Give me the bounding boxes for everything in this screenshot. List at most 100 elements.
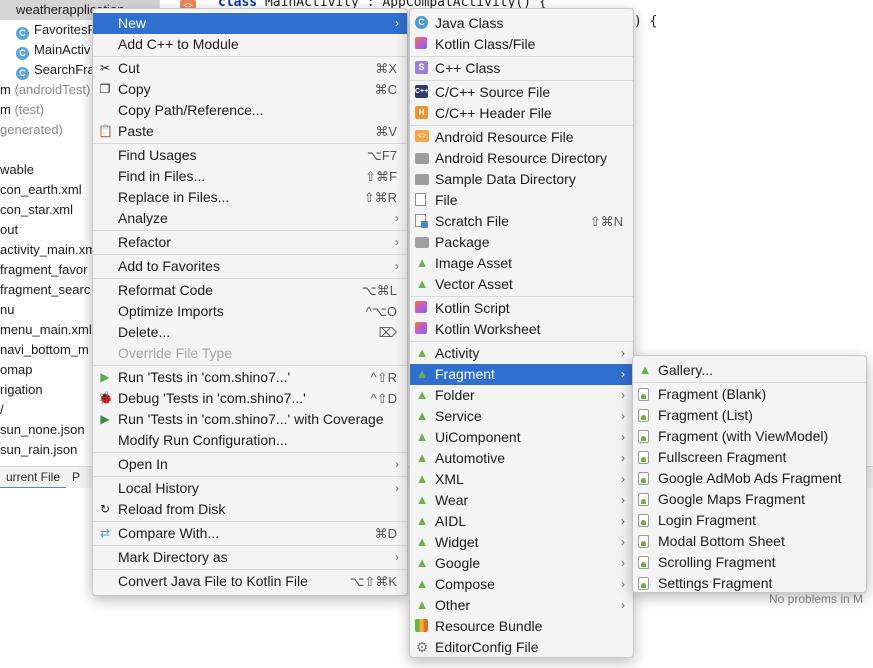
menu-item-convert-java-file-to-kotlin-file[interactable]: Convert Java File to Kotlin File ⌥⇧⌘K <box>93 571 407 592</box>
menu-item-shortcut: ^⇧R <box>370 370 397 385</box>
menu-item-label: Fragment (with ViewModel) <box>658 428 829 444</box>
menu-item-google-admob-ads-fragment[interactable]: Google AdMob Ads Fragment <box>633 468 866 489</box>
menu-separator <box>93 143 407 144</box>
menu-item-google-maps-fragment[interactable]: Google Maps Fragment <box>633 489 866 510</box>
menu-item-add-c-to-module[interactable]: Add C++ to Module <box>93 34 407 55</box>
gear-icon: ⚙ <box>415 639 429 655</box>
menu-item-file[interactable]: File <box>410 190 633 211</box>
menu-item-label: Reformat Code <box>118 282 213 298</box>
menu-item-run-tests-in-com-shino7[interactable]: ▶ Run 'Tests in 'com.shino7...' ^⇧R <box>93 367 407 388</box>
menu-item-folder[interactable]: ▲ Folder › <box>410 385 633 406</box>
menu-item-delete[interactable]: Delete... ⌦ <box>93 322 407 343</box>
menu-item-service[interactable]: ▲ Service › <box>410 406 633 427</box>
menu-item-local-history[interactable]: Local History › <box>93 478 407 499</box>
menu-item-compose[interactable]: ▲ Compose › <box>410 574 633 595</box>
menu-item-reformat-code[interactable]: Reformat Code ⌥⌘L <box>93 280 407 301</box>
menu-item-copy-path-reference[interactable]: Copy Path/Reference... <box>93 100 407 121</box>
menu-item-kotlin-worksheet[interactable]: Kotlin Worksheet <box>410 319 633 340</box>
menu-item-c-class[interactable]: S C++ Class <box>410 58 633 79</box>
menu-item-kotlin-script[interactable]: Kotlin Script <box>410 298 633 319</box>
menu-item-gallery[interactable]: ▲ Gallery... <box>633 360 866 381</box>
menu-item-fragment[interactable]: ▲ Fragment › <box>410 364 633 385</box>
menu-item-settings-fragment[interactable]: Settings Fragment <box>633 573 866 594</box>
kotlin-file-icon <box>415 37 427 49</box>
menu-item-automotive[interactable]: ▲ Automotive › <box>410 448 633 469</box>
android-icon: ▲ <box>415 534 429 549</box>
menu-item-label: Settings Fragment <box>658 575 773 591</box>
menu-item-editorconfig-file[interactable]: ⚙ EditorConfig File <box>410 637 633 658</box>
menu-item-uicomponent[interactable]: ▲ UiComponent › <box>410 427 633 448</box>
menu-item-wear[interactable]: ▲ Wear › <box>410 490 633 511</box>
tree-item-label: MainActiv <box>34 42 91 57</box>
menu-item-modal-bottom-sheet[interactable]: Modal Bottom Sheet <box>633 531 866 552</box>
menu-item-label: Refactor <box>118 234 171 250</box>
menu-item-widget[interactable]: ▲ Widget › <box>410 532 633 553</box>
menu-item-c-c-header-file[interactable]: H C/C++ Header File <box>410 103 633 124</box>
menu-item-new[interactable]: New › <box>93 13 407 34</box>
menu-item-label: Image Asset <box>435 255 513 271</box>
menu-item-android-resource-file[interactable]: <> Android Resource File <box>410 127 633 148</box>
menu-item-optimize-imports[interactable]: Optimize Imports ^⌥O <box>93 301 407 322</box>
fragment-icon <box>638 430 649 443</box>
menu-item-android-resource-directory[interactable]: Android Resource Directory <box>410 148 633 169</box>
menu-item-kotlin-class-file[interactable]: Kotlin Class/File <box>410 34 633 55</box>
menu-item-fragment-list[interactable]: Fragment (List) <box>633 405 866 426</box>
menu-item-paste[interactable]: 📋 Paste ⌘V <box>93 121 407 142</box>
menu-item-label: Other <box>435 597 471 613</box>
menu-item-label: UiComponent <box>435 429 521 445</box>
android-icon: ▲ <box>415 408 429 423</box>
menu-item-other[interactable]: ▲ Other › <box>410 595 633 616</box>
menu-item-add-to-favorites[interactable]: Add to Favorites › <box>93 256 407 277</box>
menu-item-analyze[interactable]: Analyze › <box>93 208 407 229</box>
menu-item-fragment-with-viewmodel[interactable]: Fragment (with ViewModel) <box>633 426 866 447</box>
menu-item-compare-with[interactable]: ⇄ Compare With... ⌘D <box>93 523 407 544</box>
menu-item-cut[interactable]: ✂ Cut ⌘X <box>93 58 407 79</box>
android-icon: ▲ <box>415 513 429 528</box>
menu-item-find-in-files[interactable]: Find in Files... ⇧⌘F <box>93 166 407 187</box>
menu-item-package[interactable]: Package <box>410 232 633 253</box>
menu-item-debug-tests-in-com-shino7[interactable]: 🐞 Debug 'Tests in 'com.shino7...' ^⇧D <box>93 388 407 409</box>
menu-separator <box>633 382 866 383</box>
menu-item-mark-directory-as[interactable]: Mark Directory as › <box>93 547 407 568</box>
menu-item-run-tests-in-com-shino7-with-coverage[interactable]: ▶ Run 'Tests in 'com.shino7...' with Cove… <box>93 409 407 430</box>
chevron-right-icon: › <box>621 472 625 486</box>
menu-item-label: Cut <box>118 60 140 76</box>
menu-item-copy[interactable]: ❐ Copy ⌘C <box>93 79 407 100</box>
menu-item-shortcut: ⌘C <box>374 82 397 97</box>
tab-current-file[interactable]: urrent File <box>0 467 67 489</box>
menu-separator <box>93 278 407 279</box>
menu-item-scrolling-fragment[interactable]: Scrolling Fragment <box>633 552 866 573</box>
menu-item-resource-bundle[interactable]: Resource Bundle <box>410 616 633 637</box>
menu-item-sample-data-directory[interactable]: Sample Data Directory <box>410 169 633 190</box>
menu-item-label: Android Resource File <box>435 129 574 145</box>
cpp-class-icon: S <box>415 61 428 74</box>
menu-item-activity[interactable]: ▲ Activity › <box>410 343 633 364</box>
menu-item-xml[interactable]: ▲ XML › <box>410 469 633 490</box>
menu-separator <box>410 80 633 81</box>
menu-item-open-in[interactable]: Open In › <box>93 454 407 475</box>
tab-project-errors[interactable]: P <box>66 467 86 489</box>
java-class-icon: C <box>415 16 428 29</box>
menu-item-vector-asset[interactable]: ▲ Vector Asset <box>410 274 633 295</box>
menu-item-login-fragment[interactable]: Login Fragment <box>633 510 866 531</box>
fragment-submenu: ▲ Gallery... Fragment (Blank) Fragment (Lis… <box>632 355 867 593</box>
menu-item-refactor[interactable]: Refactor › <box>93 232 407 253</box>
menu-item-google[interactable]: ▲ Google › <box>410 553 633 574</box>
menu-item-fragment-blank[interactable]: Fragment (Blank) <box>633 384 866 405</box>
menu-item-scratch-file[interactable]: Scratch File ⇧⌘N <box>410 211 633 232</box>
problems-status-text: No problems in M <box>769 592 864 606</box>
menu-item-c-c-source-file[interactable]: C++ C/C++ Source File <box>410 82 633 103</box>
tree-item-label: rigation <box>0 382 43 397</box>
menu-item-fullscreen-fragment[interactable]: Fullscreen Fragment <box>633 447 866 468</box>
menu-item-java-class[interactable]: C Java Class <box>410 13 633 34</box>
folder-icon <box>415 174 429 185</box>
menu-item-label: Service <box>435 408 482 424</box>
menu-item-find-usages[interactable]: Find Usages ⌥F7 <box>93 145 407 166</box>
menu-item-image-asset[interactable]: ▲ Image Asset <box>410 253 633 274</box>
menu-item-label: Copy <box>118 81 151 97</box>
menu-item-replace-in-files[interactable]: Replace in Files... ⇧⌘R <box>93 187 407 208</box>
menu-item-reload-from-disk[interactable]: ↻ Reload from Disk <box>93 499 407 520</box>
debug-icon: 🐞 <box>98 391 113 405</box>
menu-item-aidl[interactable]: ▲ AIDL › <box>410 511 633 532</box>
menu-item-modify-run-configuration[interactable]: Modify Run Configuration... <box>93 430 407 451</box>
